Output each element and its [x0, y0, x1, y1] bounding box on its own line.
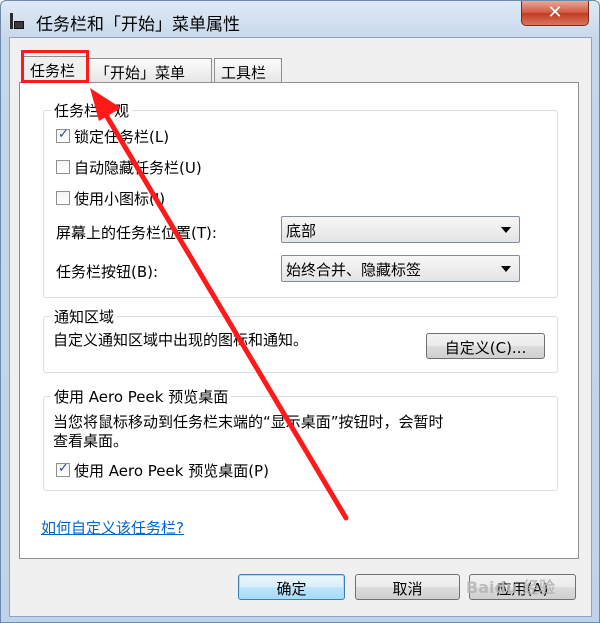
- title-bar[interactable]: 任务栏和「开始」菜单属性 ✕: [1, 1, 599, 37]
- auto-hide-row[interactable]: 自动隐藏任务栏(U): [56, 157, 202, 177]
- aero-peek-row[interactable]: ✓ 使用 Aero Peek 预览桌面(P): [56, 460, 269, 480]
- aero-peek-legend: 使用 Aero Peek 预览桌面: [51, 386, 232, 407]
- close-icon: ✕: [547, 2, 563, 23]
- cancel-button[interactable]: 取消: [355, 574, 460, 600]
- close-button[interactable]: ✕: [521, 1, 589, 26]
- ok-button[interactable]: 确定: [238, 574, 345, 600]
- tab-toolbars-label: 工具栏: [221, 64, 267, 82]
- tab-start-menu[interactable]: 「开始」菜单: [88, 58, 212, 83]
- help-link[interactable]: 如何自定义该任务栏?: [41, 517, 184, 538]
- buttons-label: 任务栏按钮(B):: [56, 263, 159, 281]
- aero-peek-description-line2: 查看桌面。: [53, 432, 129, 450]
- auto-hide-checkbox[interactable]: [56, 159, 70, 174]
- taskbar-properties-icon: [10, 9, 24, 29]
- lock-taskbar-row[interactable]: ✓ 锁定任务栏(L): [56, 126, 169, 146]
- chevron-down-icon: [501, 227, 511, 233]
- buttons-value: 始终合并、隐藏标签: [286, 261, 422, 279]
- location-label: 屏幕上的任务栏位置(T):: [56, 224, 217, 242]
- aero-peek-checkbox[interactable]: ✓: [56, 460, 70, 477]
- watermark: Baidu 经验: [466, 578, 555, 597]
- tab-highlight-box: [21, 50, 89, 83]
- lock-taskbar-checkbox[interactable]: ✓: [56, 126, 70, 143]
- customize-button[interactable]: 自定义(C)...: [426, 333, 545, 359]
- check-icon: ✓: [58, 460, 69, 476]
- tab-start-menu-label: 「开始」菜单: [95, 64, 186, 82]
- small-icons-label: 使用小图标(I): [74, 190, 166, 208]
- buttons-select[interactable]: 始终合并、隐藏标签: [281, 255, 520, 282]
- small-icons-checkbox[interactable]: [56, 190, 70, 205]
- aero-peek-label: 使用 Aero Peek 预览桌面(P): [74, 462, 269, 480]
- notification-legend: 通知区域: [51, 306, 118, 327]
- location-select[interactable]: 底部: [281, 216, 520, 243]
- location-value: 底部: [286, 222, 317, 240]
- aero-peek-description-line1: 当您将鼠标移动到任务栏末端的“显示桌面”按钮时，会暂时: [53, 413, 444, 431]
- appearance-legend: 任务栏外观: [51, 100, 133, 121]
- chevron-down-icon: [501, 266, 511, 272]
- auto-hide-label: 自动隐藏任务栏(U): [74, 159, 202, 177]
- small-icons-row[interactable]: 使用小图标(I): [56, 188, 165, 208]
- lock-taskbar-label: 锁定任务栏(L): [74, 128, 170, 146]
- notification-description: 自定义通知区域中出现的图标和通知。: [53, 331, 309, 349]
- check-icon: ✓: [58, 126, 69, 142]
- window-title: 任务栏和「开始」菜单属性: [36, 15, 240, 35]
- tab-toolbars[interactable]: 工具栏: [214, 58, 282, 83]
